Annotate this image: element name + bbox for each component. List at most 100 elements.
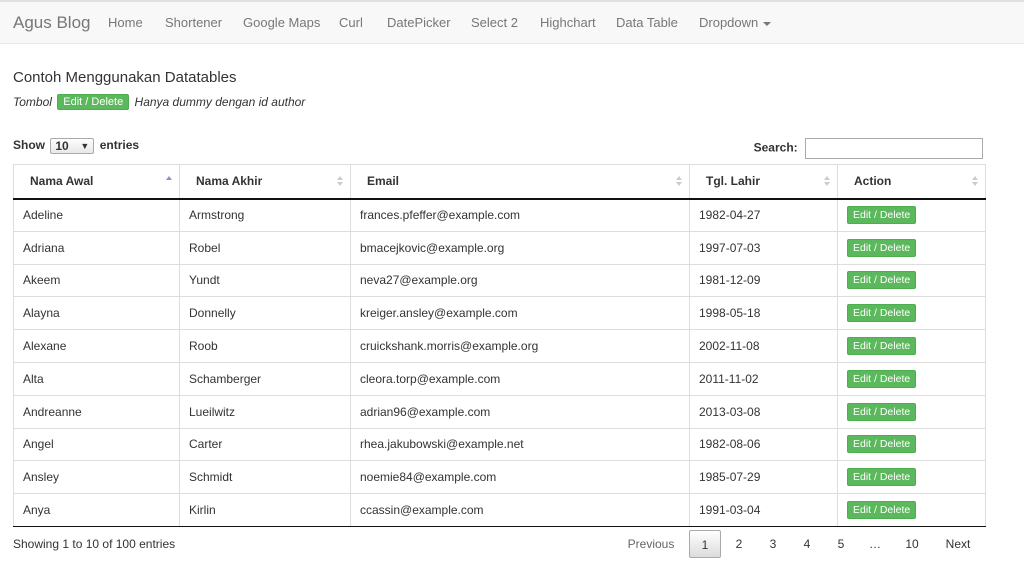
pagination: Previous 1 2 3 4 5 … 10 Next <box>0 530 1024 558</box>
column-label: Nama Awal <box>30 174 94 189</box>
edit-delete-button[interactable]: Edit / Delete <box>847 501 917 520</box>
edit-delete-button[interactable]: Edit / Delete <box>847 337 917 356</box>
edit-delete-button[interactable]: Edit / Delete <box>847 206 917 225</box>
edit-delete-button[interactable]: Edit / Delete <box>847 435 917 454</box>
pagination-page-3[interactable]: 3 <box>760 530 786 558</box>
cell-nama-awal: Akeem <box>13 263 180 298</box>
cell-nama-awal: Adeline <box>13 198 180 232</box>
table-row: Alta Schamberger cleora.torp@example.com 20… <box>13 361 986 396</box>
nav-shortener[interactable]: Shortener <box>165 15 222 30</box>
cell-nama-awal: Alta <box>13 361 180 396</box>
pagination-page-4[interactable]: 4 <box>794 530 820 558</box>
cell-nama-awal: Alayna <box>13 296 180 331</box>
cell-nama-awal: Anya <box>13 493 180 527</box>
cell-tgl-lahir: 2011-11-02 <box>689 361 838 396</box>
column-header-email[interactable]: Email <box>350 164 690 200</box>
cell-email: ccassin@example.com <box>350 493 690 527</box>
search-label: Search: <box>753 140 798 155</box>
cell-email: rhea.jakubowski@example.net <box>350 427 690 462</box>
nav-google-maps[interactable]: Google Maps <box>243 15 320 30</box>
table-row: Angel Carter rhea.jakubowski@example.net 19… <box>13 427 986 462</box>
cell-nama-akhir: Schmidt <box>179 460 351 495</box>
cell-action: Edit / Delete <box>837 394 986 429</box>
cell-email: frances.pfeffer@example.com <box>350 198 690 232</box>
nav-data-table[interactable]: Data Table <box>616 15 678 30</box>
nav-select2[interactable]: Select 2 <box>471 15 518 30</box>
edit-delete-button[interactable]: Edit / Delete <box>847 304 917 323</box>
table-row: Akeem Yundt neva27@example.org 1981-12-09 Ed… <box>13 263 986 298</box>
pagination-page-10[interactable]: 10 <box>897 530 927 558</box>
nav-dropdown-label: Dropdown <box>699 15 759 30</box>
cell-action: Edit / Delete <box>837 493 986 527</box>
edit-delete-button[interactable]: Edit / Delete <box>847 402 917 421</box>
subtitle-tag: Edit / Delete <box>57 94 130 110</box>
cell-nama-akhir: Donnelly <box>179 296 351 331</box>
column-header-nama-akhir[interactable]: Nama Akhir <box>179 164 351 200</box>
cell-nama-akhir: Armstrong <box>179 198 351 232</box>
cell-tgl-lahir: 1998-05-18 <box>689 296 838 331</box>
edit-delete-button[interactable]: Edit / Delete <box>847 238 917 257</box>
cell-nama-awal: Adriana <box>13 230 180 265</box>
pagination-ellipsis: … <box>869 537 881 551</box>
cell-tgl-lahir: 1997-07-03 <box>689 230 838 265</box>
cell-nama-akhir: Roob <box>179 329 351 363</box>
nav-home[interactable]: Home <box>108 15 143 30</box>
edit-delete-button[interactable]: Edit / Delete <box>847 271 917 290</box>
sort-ascending-icon <box>166 176 173 188</box>
cell-email: kreiger.ansley@example.com <box>350 296 690 331</box>
subtitle-prefix: Tombol <box>13 95 52 109</box>
cell-tgl-lahir: 2013-03-08 <box>689 394 838 429</box>
pagination-page-1[interactable]: 1 <box>689 530 721 558</box>
cell-nama-awal: Angel <box>13 427 180 462</box>
search-input[interactable] <box>805 138 983 159</box>
cell-action: Edit / Delete <box>837 361 986 396</box>
subtitle-suffix: Hanya dummy dengan id author <box>134 95 306 109</box>
table-header-row: Nama Awal Nama Akhir Email Tgl. Lahir Ac… <box>13 164 986 200</box>
dropdown-arrow-icon: ▼ <box>80 141 90 151</box>
table-row: Ansley Schmidt noemie84@example.com 1985-07… <box>13 460 986 495</box>
nav-highchart[interactable]: Highchart <box>540 15 596 30</box>
sort-icon <box>337 176 344 188</box>
cell-email: cruickshank.morris@example.org <box>350 329 690 363</box>
cell-action: Edit / Delete <box>837 329 986 363</box>
brand-link[interactable]: Agus Blog <box>13 13 91 33</box>
cell-nama-akhir: Lueilwitz <box>179 394 351 429</box>
table-row: Andreanne Lueilwitz adrian96@example.com 20… <box>13 394 986 429</box>
edit-delete-button[interactable]: Edit / Delete <box>847 468 917 487</box>
column-label: Action <box>854 174 892 189</box>
cell-action: Edit / Delete <box>837 230 986 265</box>
cell-nama-awal: Alexane <box>13 329 180 363</box>
cell-email: noemie84@example.com <box>350 460 690 495</box>
cell-action: Edit / Delete <box>837 263 986 298</box>
cell-tgl-lahir: 2002-11-08 <box>689 329 838 363</box>
cell-nama-akhir: Robel <box>179 230 351 265</box>
column-label: Tgl. Lahir <box>706 174 760 189</box>
page-subtitle: Tombol Edit / Delete Hanya dummy dengan … <box>13 94 305 110</box>
cell-action: Edit / Delete <box>837 460 986 495</box>
cell-email: bmacejkovic@example.org <box>350 230 690 265</box>
navbar: Agus Blog Home Shortener Google Maps Cur… <box>0 0 1024 44</box>
nav-dropdown[interactable]: Dropdown <box>699 15 772 30</box>
pagination-page-5[interactable]: 5 <box>828 530 854 558</box>
cell-nama-akhir: Schamberger <box>179 361 351 396</box>
cell-email: adrian96@example.com <box>350 394 690 429</box>
pagination-page-2[interactable]: 2 <box>726 530 752 558</box>
nav-curl[interactable]: Curl <box>339 15 363 30</box>
entries-select-value: 10 <box>55 139 69 153</box>
edit-delete-button[interactable]: Edit / Delete <box>847 369 917 388</box>
table-row: Alayna Donnelly kreiger.ansley@example.com… <box>13 296 986 331</box>
nav-datepicker[interactable]: DatePicker <box>387 15 451 30</box>
cell-nama-akhir: Yundt <box>179 263 351 298</box>
cell-nama-awal: Andreanne <box>13 394 180 429</box>
cell-nama-akhir: Kirlin <box>179 493 351 527</box>
entries-select[interactable]: 10 ▼ <box>50 138 95 154</box>
column-label: Email <box>367 174 400 189</box>
column-header-tgl-lahir[interactable]: Tgl. Lahir <box>689 164 838 200</box>
table-row: Adriana Robel bmacejkovic@example.org 1997-… <box>13 230 986 265</box>
column-header-action[interactable]: Action <box>837 164 986 200</box>
pagination-previous[interactable]: Previous <box>621 530 681 558</box>
column-header-nama-awal[interactable]: Nama Awal <box>13 164 180 200</box>
column-label: Nama Akhir <box>196 174 263 189</box>
pagination-next[interactable]: Next <box>938 530 978 558</box>
cell-email: neva27@example.org <box>350 263 690 298</box>
